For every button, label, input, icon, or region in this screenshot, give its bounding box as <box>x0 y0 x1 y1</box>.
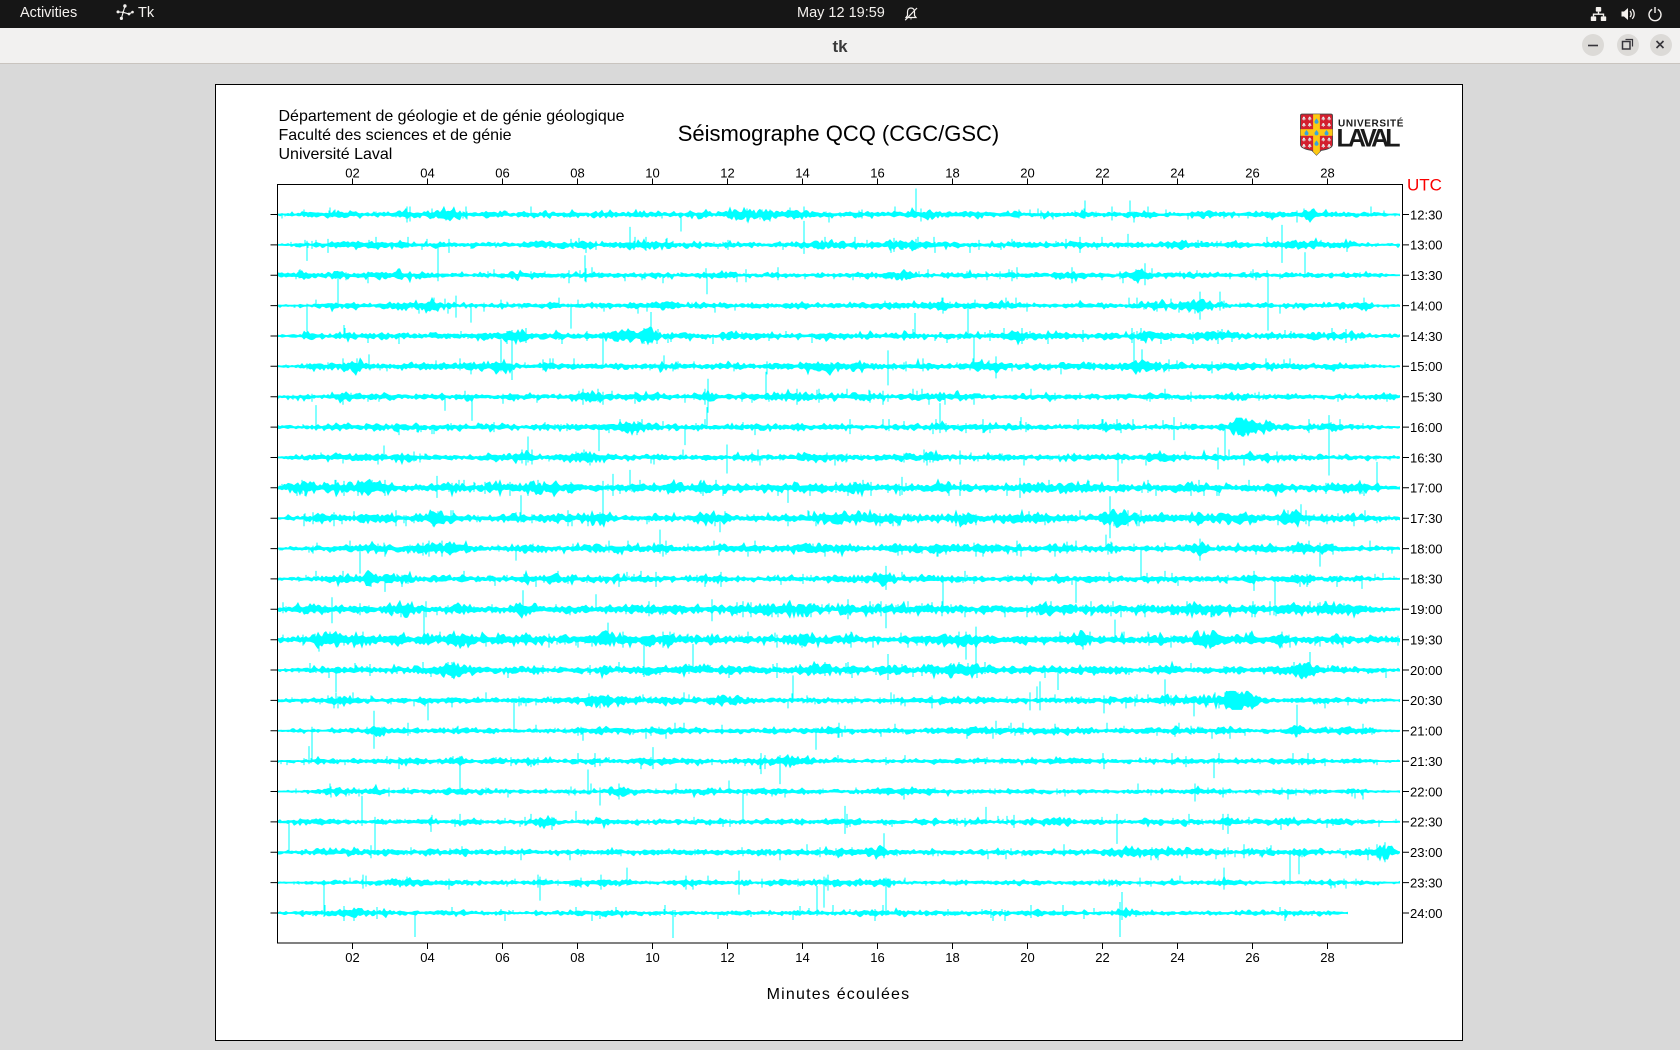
svg-text:20: 20 <box>1020 166 1034 181</box>
svg-text:16: 16 <box>870 166 884 181</box>
svg-text:14: 14 <box>795 950 809 965</box>
svg-text:26: 26 <box>1245 166 1259 181</box>
svg-text:13:30: 13:30 <box>1410 268 1443 283</box>
svg-text:19:30: 19:30 <box>1410 633 1443 648</box>
svg-text:20:30: 20:30 <box>1410 693 1443 708</box>
svg-text:28: 28 <box>1320 166 1334 181</box>
svg-text:06: 06 <box>495 950 509 965</box>
svg-text:18:00: 18:00 <box>1410 541 1443 556</box>
svg-text:24:00: 24:00 <box>1410 906 1443 921</box>
svg-text:10: 10 <box>645 950 659 965</box>
svg-text:02: 02 <box>345 166 359 181</box>
svg-text:21:00: 21:00 <box>1410 724 1443 739</box>
svg-text:06: 06 <box>495 166 509 181</box>
svg-text:24: 24 <box>1170 950 1184 965</box>
svg-text:16: 16 <box>870 950 884 965</box>
svg-text:LAVAL: LAVAL <box>1337 125 1401 153</box>
svg-text:Minutes écoulées: Minutes écoulées <box>767 986 911 1003</box>
svg-text:08: 08 <box>570 950 584 965</box>
svg-text:17:30: 17:30 <box>1410 511 1443 526</box>
svg-text:18:30: 18:30 <box>1410 572 1443 587</box>
svg-text:26: 26 <box>1245 950 1259 965</box>
svg-text:23:30: 23:30 <box>1410 875 1443 890</box>
svg-text:12:30: 12:30 <box>1410 207 1443 222</box>
svg-text:14: 14 <box>795 166 809 181</box>
svg-text:22:00: 22:00 <box>1410 784 1443 799</box>
svg-text:08: 08 <box>570 166 584 181</box>
svg-text:22: 22 <box>1095 950 1109 965</box>
svg-text:04: 04 <box>420 166 434 181</box>
svg-text:10: 10 <box>645 166 659 181</box>
svg-text:Séismographe QCQ (CGC/GSC): Séismographe QCQ (CGC/GSC) <box>678 121 1000 146</box>
svg-text:16:00: 16:00 <box>1410 420 1443 435</box>
svg-text:16:30: 16:30 <box>1410 450 1443 465</box>
svg-text:14:30: 14:30 <box>1410 329 1443 344</box>
svg-text:Département de géologie et de: Département de géologie et de génie géol… <box>279 108 625 125</box>
svg-text:02: 02 <box>345 950 359 965</box>
svg-text:UTC: UTC <box>1407 175 1442 194</box>
svg-text:28: 28 <box>1320 950 1334 965</box>
svg-text:12: 12 <box>720 950 734 965</box>
svg-text:17:00: 17:00 <box>1410 481 1443 496</box>
svg-text:20:00: 20:00 <box>1410 663 1443 678</box>
svg-text:22: 22 <box>1095 166 1109 181</box>
svg-text:Université Laval: Université Laval <box>279 146 393 163</box>
svg-text:23:00: 23:00 <box>1410 845 1443 860</box>
svg-text:20: 20 <box>1020 950 1034 965</box>
svg-text:22:30: 22:30 <box>1410 815 1443 830</box>
svg-text:21:30: 21:30 <box>1410 754 1443 769</box>
svg-text:12: 12 <box>720 166 734 181</box>
svg-text:15:30: 15:30 <box>1410 390 1443 405</box>
svg-text:24: 24 <box>1170 166 1184 181</box>
svg-text:14:00: 14:00 <box>1410 298 1443 313</box>
svg-text:18: 18 <box>945 950 959 965</box>
svg-text:18: 18 <box>945 166 959 181</box>
svg-text:15:00: 15:00 <box>1410 359 1443 374</box>
svg-text:04: 04 <box>420 950 434 965</box>
svg-text:Faculté des sciences et de gén: Faculté des sciences et de génie <box>279 127 512 144</box>
svg-text:13:00: 13:00 <box>1410 238 1443 253</box>
svg-text:19:00: 19:00 <box>1410 602 1443 617</box>
